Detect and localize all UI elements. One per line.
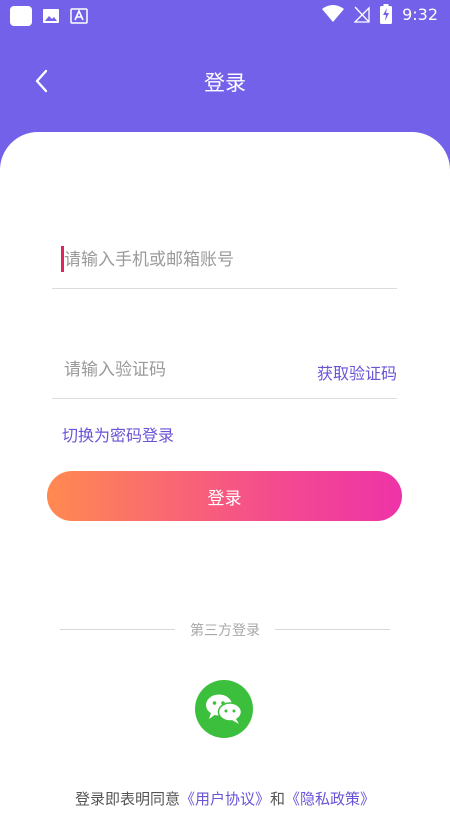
no-signal-icon <box>354 6 370 23</box>
get-code-button[interactable]: 获取验证码 <box>317 360 397 384</box>
status-bar: 9:32 <box>0 0 450 32</box>
account-field[interactable] <box>52 232 397 289</box>
status-notifications <box>10 6 88 26</box>
text-format-icon <box>70 8 88 24</box>
status-system: 9:32 <box>322 4 438 24</box>
clock: 9:32 <box>402 4 438 24</box>
login-card: 获取验证码 切换为密码登录 登录 第三方登录 登录即表明同意《用户协议》和《隐私… <box>0 132 450 832</box>
switch-to-password-link[interactable]: 切换为密码登录 <box>62 422 174 446</box>
privacy-policy-link[interactable]: 《隐私政策》 <box>285 790 375 808</box>
code-field[interactable]: 获取验证码 <box>52 342 397 399</box>
image-icon <box>43 9 59 23</box>
agreement-connector: 和 <box>270 790 286 808</box>
login-button[interactable]: 登录 <box>47 471 402 521</box>
wifi-icon <box>322 5 345 22</box>
app-notification-icon <box>10 6 32 26</box>
wechat-login-button[interactable] <box>195 680 253 738</box>
agreement-text: 登录即表明同意《用户协议》和《隐私政策》 <box>0 788 450 809</box>
third-party-divider: 第三方登录 <box>60 620 390 640</box>
account-input[interactable] <box>52 232 397 288</box>
wechat-icon <box>206 694 243 724</box>
header: 登录 <box>0 32 450 132</box>
user-agreement-link[interactable]: 《用户协议》 <box>180 790 270 808</box>
divider-line-right <box>275 629 390 630</box>
agreement-prefix: 登录即表明同意 <box>74 790 180 808</box>
battery-charging-icon <box>380 4 393 24</box>
page-title: 登录 <box>204 71 246 95</box>
text-cursor <box>61 246 64 272</box>
third-party-label: 第三方登录 <box>190 623 260 639</box>
